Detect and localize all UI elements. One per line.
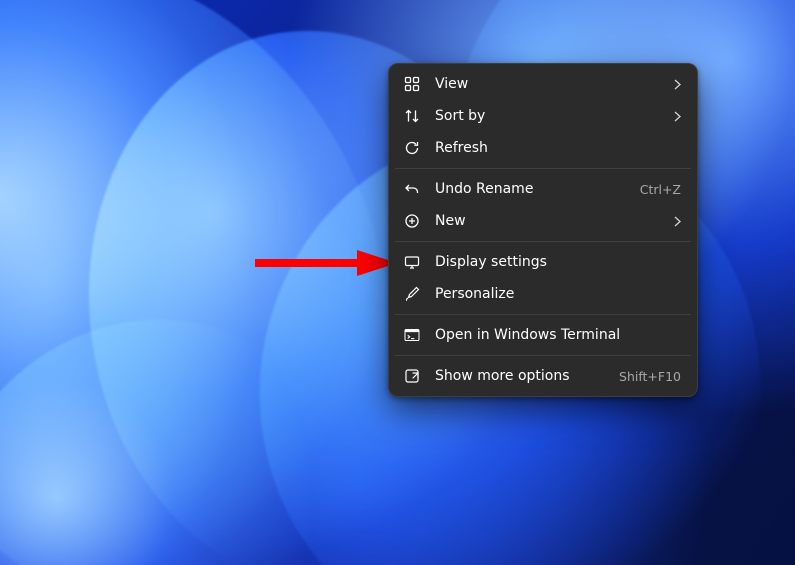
- menu-label: Personalize: [435, 286, 681, 302]
- menu-label: View: [435, 76, 658, 92]
- menu-item-show-more-options[interactable]: Show more options Shift+F10: [393, 360, 693, 392]
- menu-item-view[interactable]: View: [393, 68, 693, 100]
- menu-item-display-settings[interactable]: Display settings: [393, 246, 693, 278]
- view-grid-icon: [403, 75, 421, 93]
- menu-shortcut: Shift+F10: [619, 369, 681, 384]
- new-plus-icon: [403, 212, 421, 230]
- menu-label: Display settings: [435, 254, 681, 270]
- menu-item-refresh[interactable]: Refresh: [393, 132, 693, 164]
- menu-label: Open in Windows Terminal: [435, 327, 681, 343]
- chevron-right-icon: [674, 216, 681, 227]
- paintbrush-icon: [403, 285, 421, 303]
- menu-shortcut: Ctrl+Z: [640, 182, 681, 197]
- menu-separator: [395, 314, 691, 315]
- desktop-context-menu: View Sort by Refresh: [388, 63, 698, 397]
- menu-label: Refresh: [435, 140, 681, 156]
- menu-item-new[interactable]: New: [393, 205, 693, 237]
- display-settings-icon: [403, 253, 421, 271]
- menu-label: Sort by: [435, 108, 658, 124]
- menu-item-sort-by[interactable]: Sort by: [393, 100, 693, 132]
- undo-icon: [403, 180, 421, 198]
- menu-separator: [395, 355, 691, 356]
- refresh-icon: [403, 139, 421, 157]
- menu-label: New: [435, 213, 658, 229]
- menu-item-personalize[interactable]: Personalize: [393, 278, 693, 310]
- menu-item-undo-rename[interactable]: Undo Rename Ctrl+Z: [393, 173, 693, 205]
- menu-label: Show more options: [435, 368, 603, 384]
- menu-separator: [395, 168, 691, 169]
- more-options-icon: [403, 367, 421, 385]
- menu-item-windows-terminal[interactable]: Open in Windows Terminal: [393, 319, 693, 351]
- menu-label: Undo Rename: [435, 181, 624, 197]
- chevron-right-icon: [674, 79, 681, 90]
- terminal-icon: [403, 326, 421, 344]
- menu-separator: [395, 241, 691, 242]
- chevron-right-icon: [674, 111, 681, 122]
- sort-icon: [403, 107, 421, 125]
